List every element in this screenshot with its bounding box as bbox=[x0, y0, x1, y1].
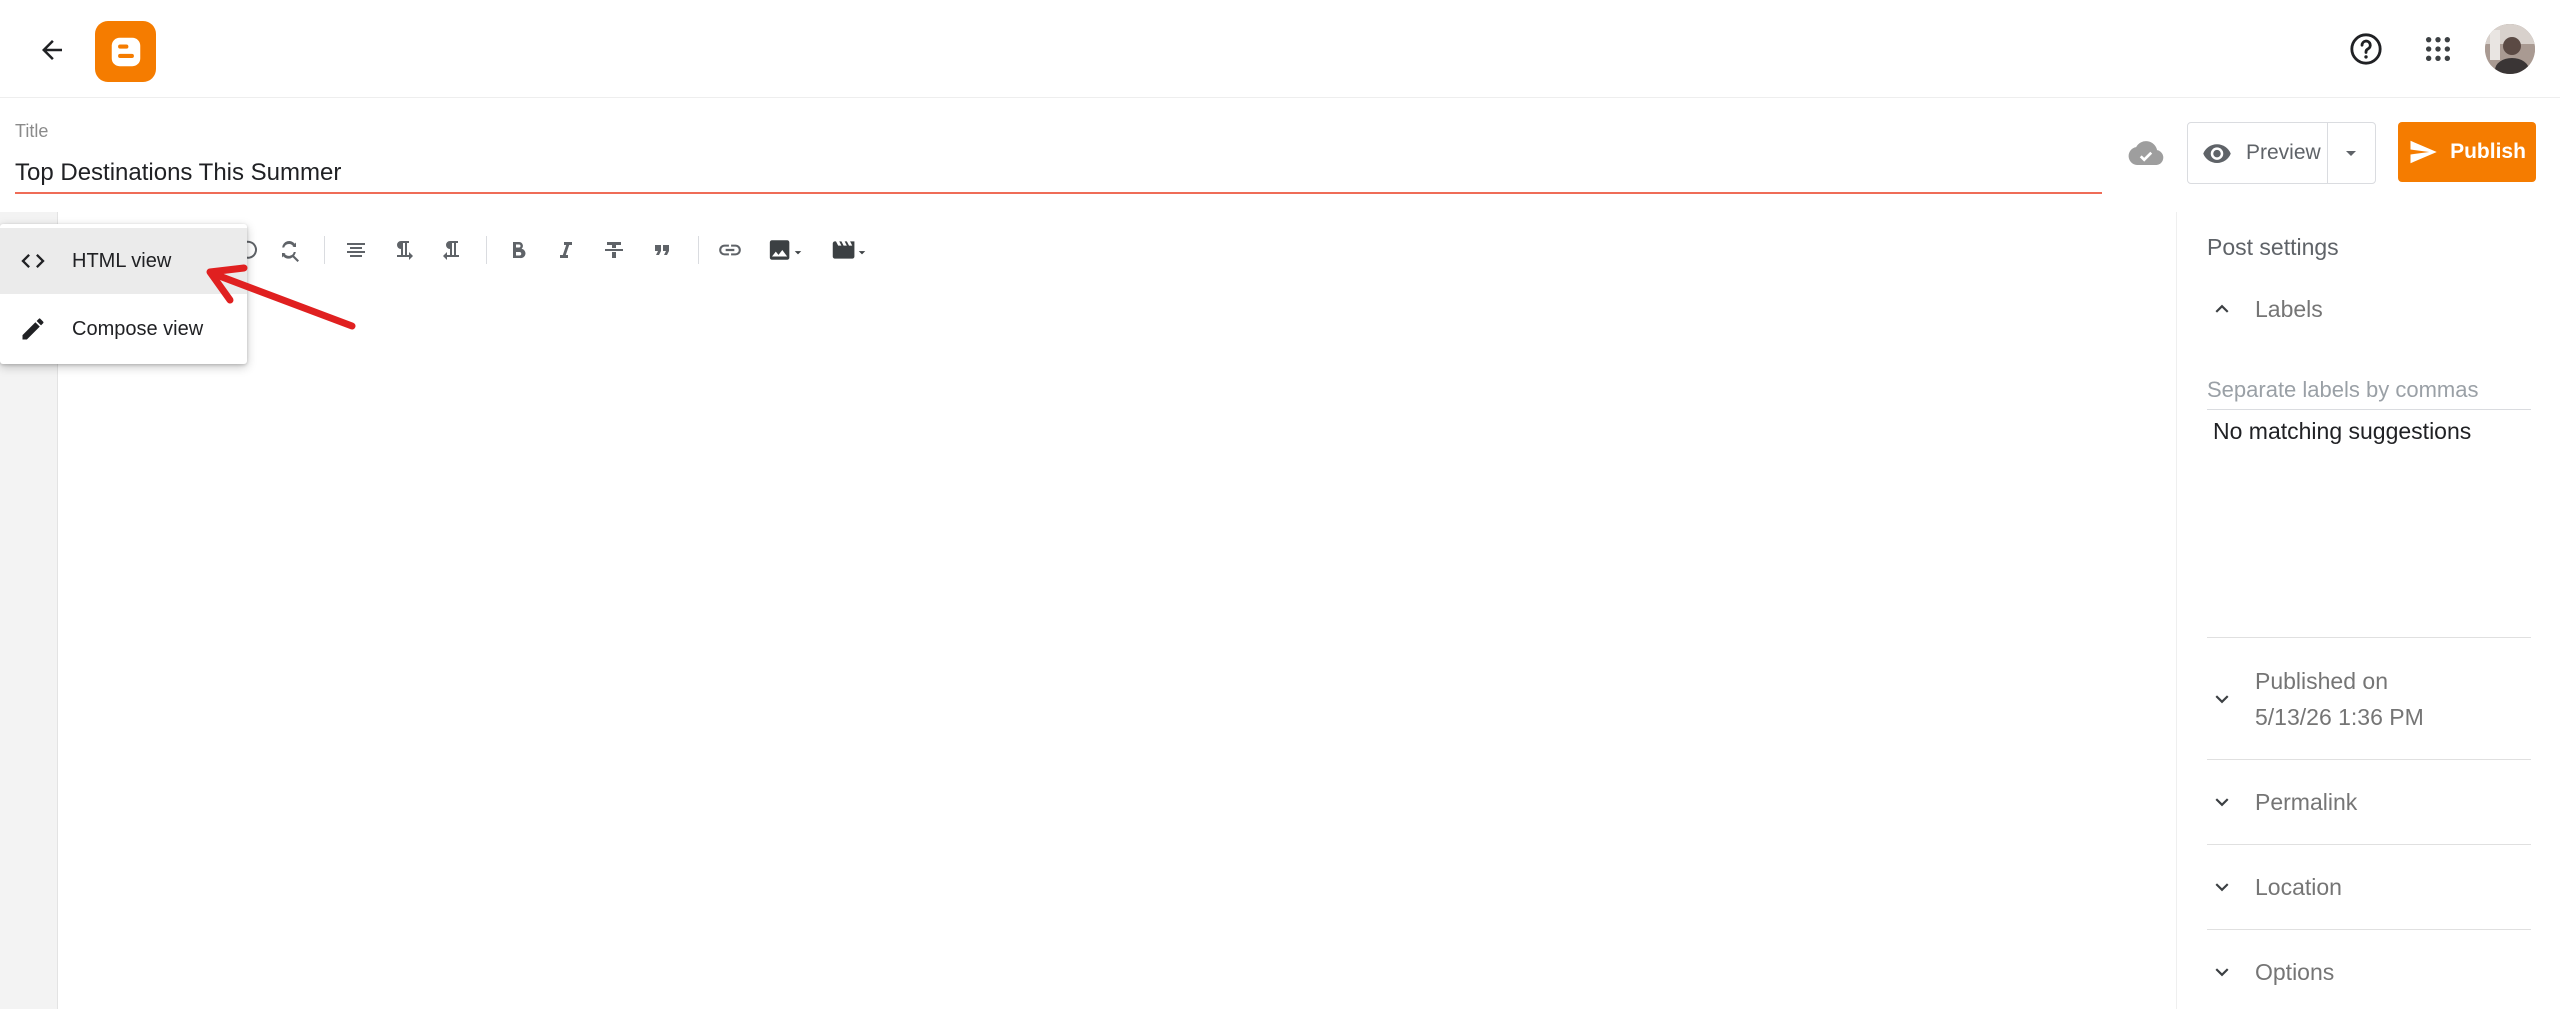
italic-button[interactable] bbox=[550, 234, 582, 266]
arrow-drop-down-icon bbox=[2346, 151, 2356, 156]
chevron-down-icon bbox=[2207, 957, 2237, 987]
divider bbox=[2207, 929, 2531, 930]
quote-icon bbox=[655, 245, 669, 255]
save-status bbox=[2128, 138, 2164, 168]
ltr-button[interactable] bbox=[388, 234, 420, 266]
options-section-toggle[interactable]: Options bbox=[2207, 955, 2531, 989]
image-icon bbox=[769, 240, 802, 260]
published-on-section-toggle[interactable]: Published on 5/13/26 1:36 PM bbox=[2207, 662, 2531, 736]
back-button[interactable] bbox=[32, 32, 72, 68]
eye-icon bbox=[2203, 144, 2231, 163]
preview-dropdown-button[interactable] bbox=[2328, 123, 2374, 183]
avatar[interactable] bbox=[2485, 24, 2535, 74]
video-icon bbox=[832, 241, 866, 259]
link-button[interactable] bbox=[714, 234, 746, 266]
chevron-down-icon bbox=[2207, 787, 2237, 817]
preview-label: Preview bbox=[2246, 141, 2321, 164]
divider bbox=[2207, 844, 2531, 845]
link-icon bbox=[719, 244, 741, 256]
title-input[interactable] bbox=[15, 154, 2102, 194]
labels-input[interactable] bbox=[2207, 371, 2531, 410]
strikethrough-button[interactable] bbox=[598, 234, 630, 266]
chevron-up-icon bbox=[2207, 294, 2237, 324]
code-icon bbox=[17, 245, 49, 277]
rtl-icon bbox=[443, 241, 459, 260]
top-bar bbox=[0, 0, 2560, 98]
permalink-section-toggle[interactable]: Permalink bbox=[2207, 785, 2531, 819]
post-settings-heading: Post settings bbox=[2207, 234, 2339, 260]
chevron-down-icon bbox=[2207, 684, 2237, 714]
pencil-icon bbox=[17, 313, 49, 345]
blogger-b-icon bbox=[111, 37, 140, 66]
published-on-label: Published on bbox=[2255, 668, 2388, 694]
location-section-toggle[interactable]: Location bbox=[2207, 870, 2531, 904]
preview-button[interactable]: Preview bbox=[2188, 123, 2328, 183]
quote-button[interactable] bbox=[646, 234, 678, 266]
toolbar-divider bbox=[698, 236, 699, 264]
strikethrough-icon bbox=[605, 242, 623, 258]
send-icon bbox=[2410, 140, 2437, 164]
apps-button[interactable] bbox=[2418, 29, 2458, 69]
help-icon bbox=[2350, 33, 2382, 65]
title-label: Title bbox=[15, 121, 49, 141]
help-button[interactable] bbox=[2346, 29, 2386, 69]
published-on-date: 5/13/26 1:36 PM bbox=[2255, 704, 2424, 730]
align-icon bbox=[347, 243, 365, 257]
options-label: Options bbox=[2255, 958, 2335, 985]
apps-grid-icon bbox=[2425, 36, 2451, 62]
publish-button[interactable]: Publish bbox=[2398, 122, 2536, 182]
rtl-button[interactable] bbox=[436, 234, 468, 266]
image-button[interactable] bbox=[762, 234, 808, 266]
toolbar-divider bbox=[486, 236, 487, 264]
divider bbox=[2207, 637, 2531, 638]
divider bbox=[2207, 759, 2531, 760]
bold-icon bbox=[513, 242, 526, 259]
blogger-logo[interactable] bbox=[95, 21, 156, 82]
ltr-icon bbox=[397, 241, 413, 260]
chevron-down-icon bbox=[2207, 872, 2237, 902]
menu-item-label: HTML view bbox=[72, 249, 172, 272]
permalink-label: Permalink bbox=[2255, 788, 2358, 815]
find-replace-icon bbox=[282, 240, 299, 262]
published-on-text: Published on 5/13/26 1:36 PM bbox=[2255, 663, 2424, 735]
annotation-arrow bbox=[206, 264, 356, 330]
preview-group: Preview bbox=[2187, 122, 2376, 184]
bold-button[interactable] bbox=[502, 234, 534, 266]
italic-icon bbox=[560, 242, 572, 258]
publish-label: Publish bbox=[2450, 140, 2526, 163]
video-button[interactable] bbox=[826, 234, 872, 266]
menu-item-label: Compose view bbox=[72, 317, 204, 340]
cloud-done-icon bbox=[2128, 141, 2164, 165]
avatar-photo-icon bbox=[2485, 24, 2535, 74]
no-suggestions-text: No matching suggestions bbox=[2213, 418, 2472, 444]
location-label: Location bbox=[2255, 873, 2342, 900]
labels-title: Labels bbox=[2255, 295, 2323, 322]
arrow-back-icon bbox=[42, 40, 62, 60]
labels-section-toggle[interactable]: Labels bbox=[2207, 292, 2531, 326]
